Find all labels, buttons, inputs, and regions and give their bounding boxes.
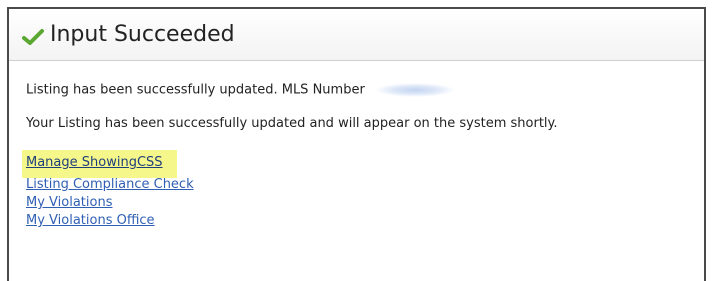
update-message: Listing has been successfully updated. M… xyxy=(26,79,461,101)
my-violations-office-link[interactable]: My Violations Office xyxy=(26,212,194,230)
my-violations-link[interactable]: My Violations xyxy=(26,194,194,212)
result-panel: Input Succeeded Listing has been success… xyxy=(7,7,706,281)
mls-number-redacted xyxy=(368,79,461,101)
check-icon xyxy=(22,29,44,45)
page-title: Input Succeeded xyxy=(50,22,235,47)
action-links: Manage ShowingCSS Listing Compliance Che… xyxy=(22,150,194,230)
listing-compliance-check-link[interactable]: Listing Compliance Check xyxy=(26,176,194,194)
panel-header: Input Succeeded xyxy=(9,9,704,61)
appear-message: Your Listing has been successfully updat… xyxy=(26,116,558,131)
update-message-text: Listing has been successfully updated. M… xyxy=(26,82,365,98)
manage-showingcss-link[interactable]: Manage ShowingCSS xyxy=(22,150,177,178)
